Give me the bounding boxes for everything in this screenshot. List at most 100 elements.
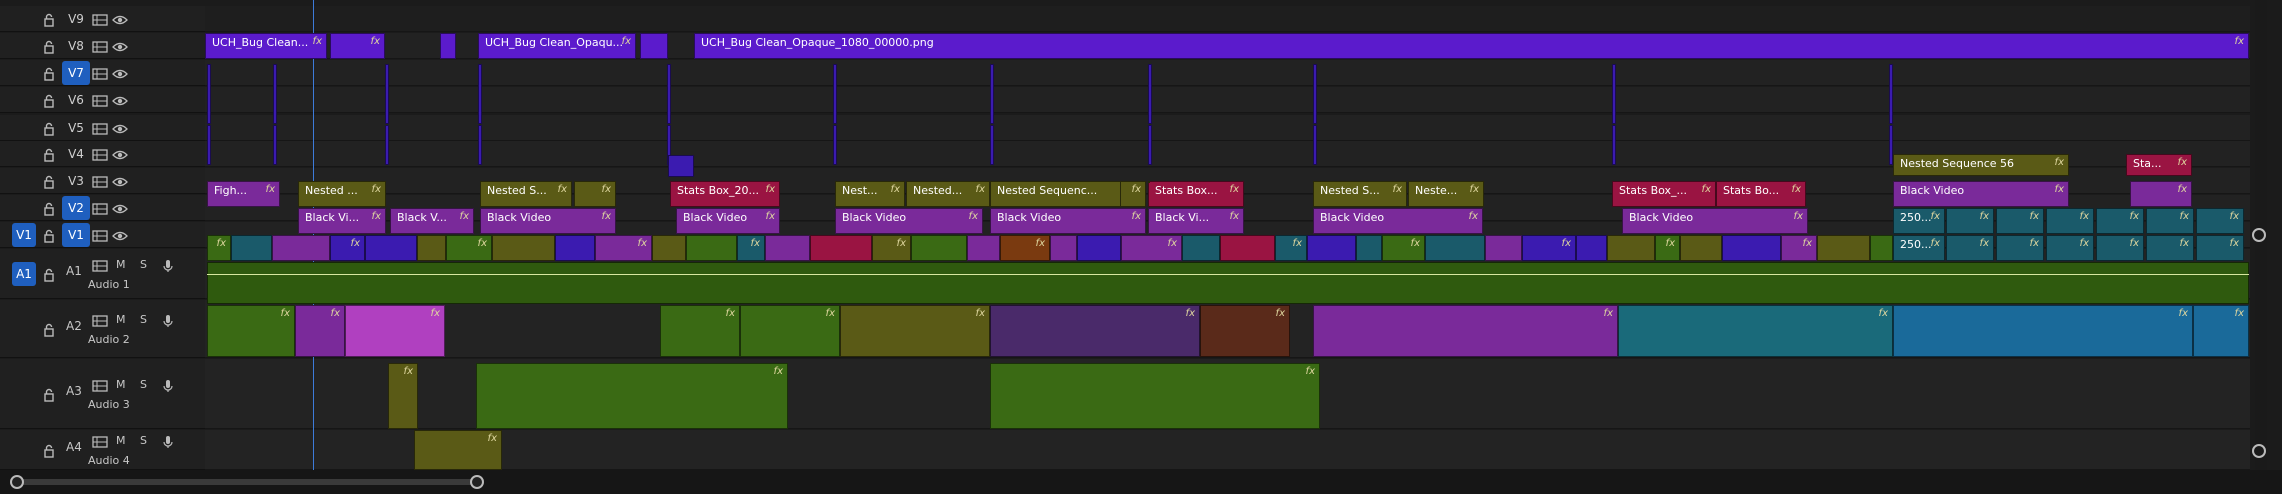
sync-lock-film-icon[interactable] [92,12,108,26]
clip-v1[interactable] [810,235,872,261]
track-target-v3[interactable]: V3 [62,169,90,193]
clip-sliver[interactable] [207,64,211,124]
clip-v3[interactable]: Nested S... fx [480,181,572,207]
scroll-handle-right[interactable] [470,475,484,489]
clip-sliver[interactable] [1148,64,1152,124]
clip-sliver[interactable] [478,125,482,165]
clip-v2[interactable]: 250... fx [1893,208,1945,234]
eye-icon[interactable] [112,121,128,135]
clip-v1[interactable]: fx [2196,235,2244,261]
clip-v4[interactable]: Sta... fx [2126,154,2192,176]
lock-icon[interactable] [42,39,56,54]
clip-v3[interactable]: Nest... fx [835,181,905,207]
clip-v2[interactable]: fx [2146,208,2194,234]
track-target-v8[interactable]: V8 [62,34,90,58]
clip-v1[interactable]: fx [446,235,492,261]
clip-v1[interactable] [492,235,555,261]
clip-a2[interactable]: fx [345,305,445,357]
clip-v1[interactable]: fx [2146,235,2194,261]
solo-button[interactable]: S [140,313,147,326]
clip-v1[interactable] [1870,235,1893,261]
clip-sliver[interactable] [1313,125,1317,165]
clip-v1[interactable] [1425,235,1485,261]
clip-a3[interactable]: fx [476,363,788,429]
sync-lock-film-icon[interactable] [92,378,108,392]
track-target-a3[interactable]: A3 [66,384,82,398]
clip-v1[interactable] [1182,235,1220,261]
clip-v3[interactable]: Figh... fx [207,181,280,207]
clip-v3[interactable]: Neste... fx [1408,181,1484,207]
eye-icon[interactable] [112,147,128,161]
sync-lock-film-icon[interactable] [92,66,108,80]
solo-button[interactable]: S [140,434,147,447]
clip-a2[interactable]: fx [1618,305,1893,357]
clip-v2[interactable]: fx [2046,208,2094,234]
clip-v2[interactable]: Black Video fx [1622,208,1808,234]
clip-v1[interactable]: fx [737,235,765,261]
clip-v8[interactable]: UCH_Bug Clean_Opaqu... fx [478,33,636,59]
sync-lock-film-icon[interactable] [92,147,108,161]
clip-v1[interactable]: fx [1275,235,1307,261]
scroll-handle-top[interactable] [2252,228,2266,242]
clip-v1[interactable] [272,235,330,261]
lock-icon[interactable] [42,174,56,189]
clip-v1[interactable]: fx [1996,235,2044,261]
clip-v1[interactable]: fx [330,235,365,261]
clip-sliver[interactable] [667,64,671,124]
track-target-a2[interactable]: A2 [66,319,82,333]
clip-v3[interactable]: fx [1120,181,1146,207]
clip-v1[interactable] [1485,235,1522,261]
sync-lock-film-icon[interactable] [92,313,108,327]
solo-button[interactable]: S [140,378,147,391]
eye-icon[interactable] [112,201,128,215]
vertical-scrollbar[interactable] [2252,0,2267,470]
clip-v1[interactable] [1680,235,1722,261]
clip-v1[interactable]: fx [1121,235,1182,261]
clip-a1[interactable] [207,262,2249,304]
clip-v3[interactable] [1148,181,1150,183]
source-patch-a1[interactable]: A1 [12,262,36,286]
mute-button[interactable]: M [116,434,126,447]
clip-v1[interactable] [1817,235,1870,261]
microphone-icon[interactable] [162,313,178,327]
clip-v2[interactable]: fx [1946,208,1994,234]
clip-v1[interactable] [652,235,686,261]
clip-v1[interactable]: 250... fx [1893,235,1945,261]
clip-v1[interactable]: fx [1655,235,1680,261]
clip-v1[interactable] [417,235,446,261]
clip-v4[interactable]: Nested Sequence 56 fx [1893,154,2069,176]
sync-lock-film-icon[interactable] [92,434,108,448]
clip-sliver[interactable] [273,125,277,165]
clip-a2[interactable]: fx [2193,305,2249,357]
clip-v1[interactable] [1576,235,1607,261]
clip-v3[interactable]: Stats Box_... fx [1612,181,1716,207]
clip-v8[interactable]: UCH_Bug Clean_Opaque_1080_00000.png fx [694,33,2249,59]
clip-a2[interactable]: fx [990,305,1200,357]
sync-lock-film-icon[interactable] [92,174,108,188]
clip-v3[interactable]: Black Video fx [1893,181,2069,207]
lock-icon[interactable] [42,201,56,216]
track-target-v1[interactable]: V1 [62,223,90,247]
scroll-handle-bottom[interactable] [2252,444,2266,458]
clip-v3[interactable]: fx [2130,181,2192,207]
clip-a2[interactable]: fx [1313,305,1618,357]
clip-v1[interactable] [1050,235,1077,261]
clip-a3[interactable]: fx [388,363,418,429]
lock-icon[interactable] [42,228,56,243]
microphone-icon[interactable] [162,378,178,392]
solo-button[interactable]: S [140,258,147,271]
clip-sliver[interactable] [1612,64,1616,124]
clip-v3[interactable]: Nested... fx [906,181,990,207]
clip-v2[interactable]: Black Video fx [835,208,983,234]
clip-v1[interactable]: fx [1000,235,1050,261]
track-target-v6[interactable]: V6 [62,88,90,112]
mute-button[interactable]: M [116,258,126,271]
clip-v3[interactable]: Nested S... fx [1313,181,1407,207]
clip-v1[interactable] [555,235,595,261]
clip-v8[interactable]: UCH_Bug Clean... fx [205,33,327,59]
clip-v1[interactable]: fx [595,235,652,261]
lock-icon[interactable] [42,12,56,27]
clip-v1[interactable] [1307,235,1356,261]
lock-icon[interactable] [42,387,56,402]
track-target-a1[interactable]: A1 [66,264,82,278]
